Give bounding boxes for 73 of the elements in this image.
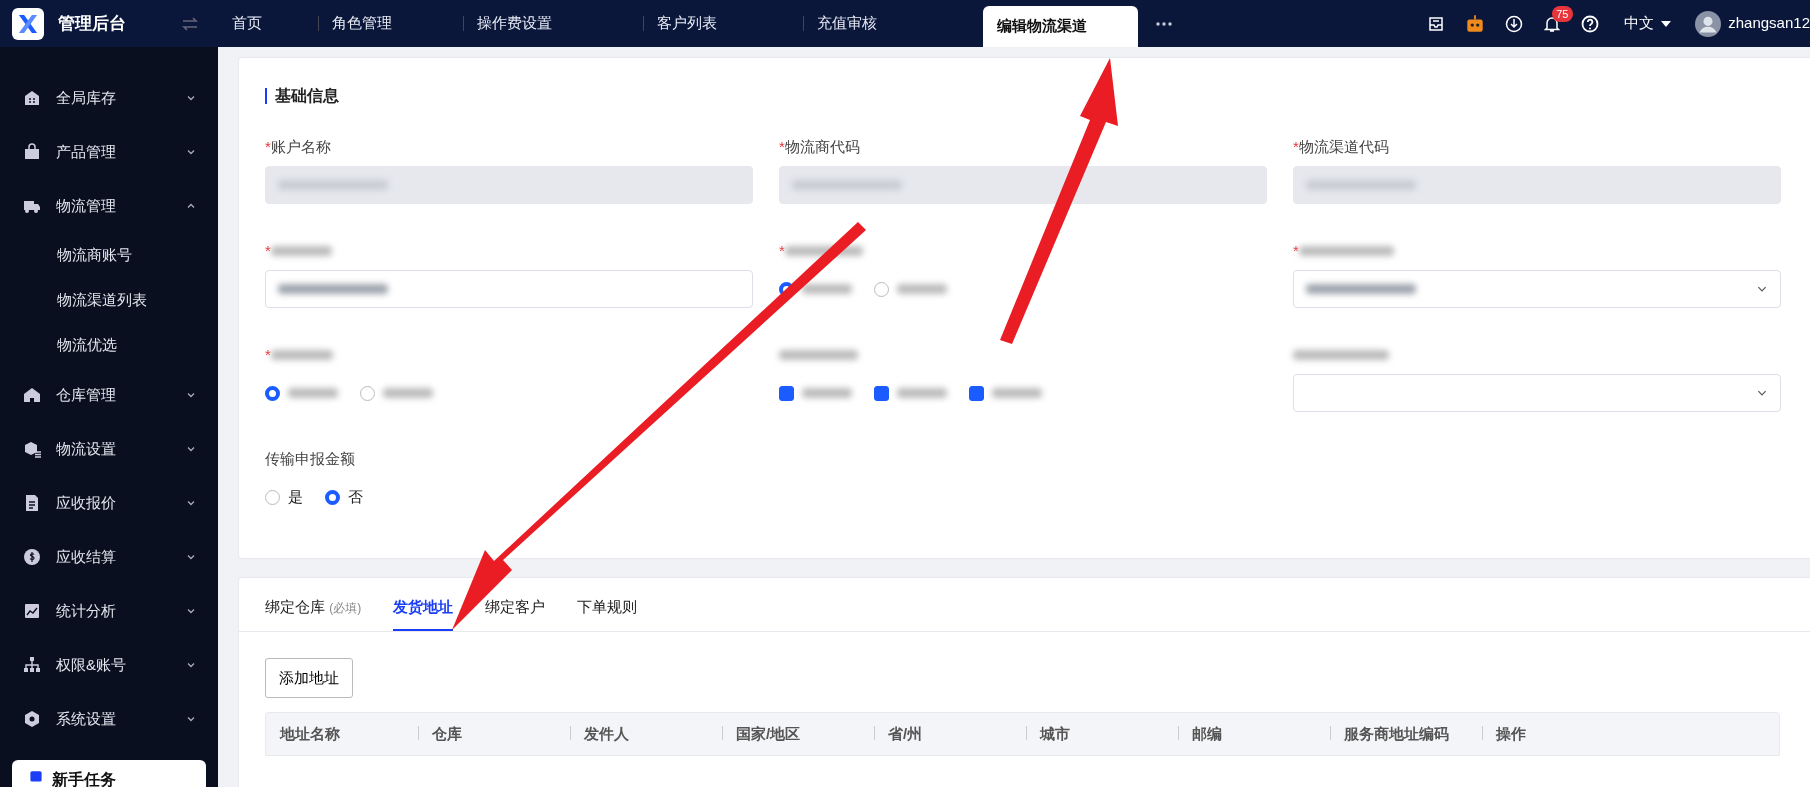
column-header: 地址名称 xyxy=(278,723,341,744)
sidebar-item[interactable]: 系统设置 xyxy=(0,692,218,746)
chart-icon xyxy=(22,601,42,621)
field-label: 物流渠道代码 xyxy=(1298,136,1389,157)
field-label: 传输申报金额 xyxy=(265,448,355,469)
required-mark: * xyxy=(779,136,785,157)
sidebar-item[interactable]: 物流设置 xyxy=(0,422,218,476)
task-card[interactable]: 新手任务 xyxy=(12,760,206,787)
language-select[interactable]: 中文 xyxy=(1618,11,1678,36)
column-header: 城市 xyxy=(1026,722,1178,746)
sidebar-item[interactable]: 应收报价 xyxy=(0,476,218,530)
download-icon[interactable] xyxy=(1504,13,1525,34)
column-header: 邮编 xyxy=(1178,722,1330,746)
nav-tab[interactable]: 充值审核 xyxy=(803,0,983,47)
detail-tab[interactable]: 发货地址 xyxy=(393,584,454,631)
sidebar-item[interactable]: 仓库管理 xyxy=(0,368,218,422)
required-mark: * xyxy=(265,344,271,365)
nav-tab[interactable]: 操作费设置 xyxy=(463,0,643,47)
checkbox-option[interactable] xyxy=(969,385,1042,401)
nav-tab[interactable]: 编辑物流渠道 xyxy=(983,6,1138,47)
nav-tab[interactable]: 客户列表 xyxy=(643,0,803,47)
nav-tab[interactable]: 角色管理 xyxy=(318,0,463,47)
radio-option[interactable] xyxy=(360,385,433,401)
sidebar-subitem[interactable]: 物流商账号 xyxy=(0,233,218,278)
sidebar-item[interactable]: 产品管理 xyxy=(0,125,218,179)
column-header: 省/州 xyxy=(874,722,1026,746)
sidebar-subitem[interactable]: 物流优选 xyxy=(0,323,218,368)
sidebar-item[interactable]: 全局库存 xyxy=(0,71,218,125)
sidebar-subitem[interactable]: 物流渠道列表 xyxy=(0,278,218,323)
notification-badge: 75 xyxy=(1552,5,1573,22)
checkbox-option[interactable] xyxy=(874,385,947,401)
help-icon[interactable] xyxy=(1580,13,1601,34)
radio-option[interactable] xyxy=(874,281,947,297)
sidebar-item[interactable]: 应收结算 xyxy=(0,530,218,584)
dollar-icon xyxy=(22,547,42,567)
org-chart-icon xyxy=(22,655,42,675)
sidebar-item[interactable]: 物流管理 xyxy=(0,179,218,233)
input-field[interactable] xyxy=(265,270,753,308)
field-label: 物流商代码 xyxy=(784,136,860,157)
app-title: 管理后台 xyxy=(58,12,126,35)
radio-option[interactable]: 是 xyxy=(265,485,303,509)
field-label: 账户名称 xyxy=(270,136,331,157)
select-field[interactable] xyxy=(1293,374,1781,412)
sidebar-item[interactable]: 权限&账号 xyxy=(0,638,218,692)
required-mark: * xyxy=(1293,136,1299,157)
nav-tab[interactable]: 首页 xyxy=(218,0,318,47)
detail-tab[interactable]: 绑定仓库 (必填) xyxy=(265,584,362,631)
caret-icon xyxy=(1661,20,1672,27)
required-mark: * xyxy=(265,136,271,157)
bag-icon xyxy=(22,142,42,162)
sidebar-item[interactable]: 统计分析 xyxy=(0,584,218,638)
required-mark: * xyxy=(1293,240,1299,261)
settings-icon xyxy=(22,709,42,729)
column-header: 操作 xyxy=(1482,722,1634,746)
checkbox-option[interactable] xyxy=(779,385,852,401)
box-icon xyxy=(22,439,42,459)
required-mark: * xyxy=(265,240,271,261)
user-name[interactable]: zhangsan12 xyxy=(1728,12,1810,35)
select-field[interactable] xyxy=(1293,270,1781,308)
house-icon xyxy=(22,385,42,405)
avatar-icon[interactable] xyxy=(1695,10,1722,37)
column-header: 发件人 xyxy=(570,722,722,746)
column-header: 仓库 xyxy=(418,722,570,746)
column-header: 国家/地区 xyxy=(722,722,874,746)
add-address-button[interactable]: 添加地址 xyxy=(265,657,353,698)
radio-option[interactable]: 否 xyxy=(325,485,363,509)
detail-tab[interactable]: 绑定客户 xyxy=(485,584,546,631)
required-mark: * xyxy=(779,240,785,261)
column-header: 服务商地址编码 xyxy=(1330,722,1482,746)
detail-tab[interactable]: 下单规则 xyxy=(577,584,638,631)
radio-option[interactable] xyxy=(265,385,338,401)
logo-icon xyxy=(12,7,44,40)
warehouse-icon xyxy=(22,88,42,108)
